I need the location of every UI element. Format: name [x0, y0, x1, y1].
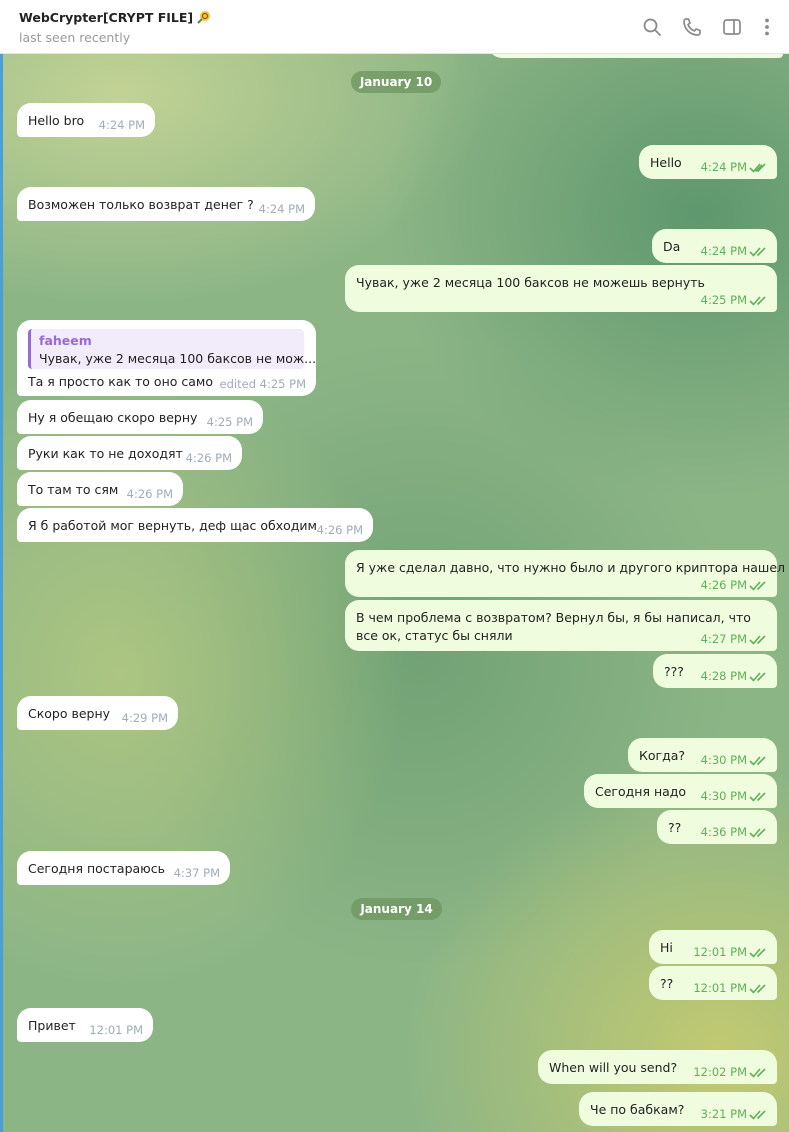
message-incoming[interactable]: Сегодня постараюсь 4:37 PM [17, 851, 230, 885]
message-text: Возможен только возврат денег ? [28, 197, 254, 212]
message-text: Hello [650, 155, 682, 170]
reply-quote[interactable]: faheem Чувак, уже 2 месяца 100 баксов не… [28, 329, 316, 369]
message-time: 4:27 PM [700, 632, 747, 646]
reply-text: Чувак, уже 2 месяца 100 баксов не мож... [39, 351, 317, 366]
double-check-icon [749, 984, 766, 994]
message-time: 4:24 PM [98, 118, 145, 132]
message-outgoing[interactable]: ??? 4:28 PM [653, 654, 777, 688]
message-text: Da [663, 239, 681, 254]
message-outgoing[interactable]: ?? 12:01 PM [649, 966, 777, 1000]
double-check-icon [749, 792, 766, 802]
message-time: 3:21 PM [700, 1107, 747, 1121]
message-time: 4:26 PM [185, 451, 232, 465]
more-vertical-icon[interactable] [756, 16, 778, 38]
message-text: Привет [28, 1018, 76, 1033]
message-incoming[interactable]: Скоро верну 4:29 PM [17, 696, 178, 730]
message-time: 4:26 PM [316, 523, 363, 537]
double-check-icon [749, 948, 766, 958]
message-text: Че по бабкам? [590, 1102, 685, 1117]
double-check-icon [749, 635, 766, 645]
message-incoming[interactable]: То там то сям 4:26 PM [17, 472, 183, 506]
message-incoming[interactable]: Hello bro 4:24 PM [17, 103, 155, 137]
message-time: 4:24 PM [700, 244, 747, 258]
message-time: 4:29 PM [121, 711, 168, 725]
double-check-icon [749, 1068, 766, 1078]
message-text: Я уже сделал давно, что нужно было и дру… [356, 560, 786, 575]
sidebar-toggle-icon[interactable] [721, 16, 743, 38]
message-text: When will you send? [549, 1060, 678, 1075]
double-check-icon [749, 247, 766, 257]
message-text: Сегодня надо [595, 784, 687, 799]
previous-outgoing-message [488, 54, 783, 58]
message-time: 4:30 PM [700, 789, 747, 803]
message-text: ?? [668, 820, 682, 835]
message-time: 4:25 PM [700, 293, 747, 307]
message-incoming[interactable]: Ну я обещаю скоро верну 4:25 PM [17, 400, 263, 434]
message-incoming[interactable]: Возможен только возврат денег ? 4:24 PM [17, 187, 315, 221]
message-time: 4:28 PM [700, 669, 747, 683]
message-outgoing[interactable]: В чем проблема с возвратом? Вернул бы, я… [345, 600, 777, 651]
message-incoming-reply[interactable]: faheem Чувак, уже 2 месяца 100 баксов не… [17, 320, 316, 396]
message-time: 4:37 PM [173, 866, 220, 880]
message-text: Когда? [639, 748, 686, 763]
double-check-icon [749, 163, 766, 173]
message-time: 12:01 PM [89, 1023, 143, 1037]
date-separator: January 10 [351, 71, 441, 93]
date-separator: January 14 [351, 898, 442, 920]
chat-background: January 10 Hello bro 4:24 PM Hello 4:24 PM… [0, 54, 789, 1132]
message-outgoing[interactable]: Чувак, уже 2 месяца 100 баксов не можешь… [345, 265, 777, 312]
message-time: 12:01 PM [693, 981, 747, 995]
message-text: Чувак, уже 2 месяца 100 баксов не можешь… [356, 275, 705, 290]
message-outgoing[interactable]: When will you send? 12:02 PM [538, 1050, 777, 1084]
message-time: 4:26 PM [126, 487, 173, 501]
message-outgoing[interactable]: Че по бабкам? 3:21 PM [579, 1092, 777, 1126]
chat-header: WebCrypter[CRYPT FILE] last seen recentl… [0, 0, 789, 54]
message-outgoing[interactable]: Сегодня надо 4:30 PM [584, 774, 777, 808]
double-check-icon [749, 581, 766, 591]
chat-status: last seen recently [19, 30, 131, 45]
message-outgoing[interactable]: Когда? 4:30 PM [628, 738, 777, 772]
message-text: Скоро верну [28, 706, 111, 721]
chat-title-text: WebCrypter[CRYPT FILE] [19, 10, 194, 25]
double-check-icon [749, 296, 766, 306]
message-time: edited 4:25 PM [219, 377, 306, 391]
double-check-icon [749, 672, 766, 682]
message-time: 12:02 PM [693, 1065, 747, 1079]
message-text: Та я просто как то оно само [28, 374, 213, 389]
message-outgoing[interactable]: ?? 4:36 PM [657, 810, 777, 844]
message-time: 4:25 PM [206, 415, 253, 429]
double-check-icon [749, 756, 766, 766]
message-text: Я б работой мог вернуть, деф щас обходим [28, 518, 317, 533]
message-time: 4:36 PM [700, 825, 747, 839]
message-text: Ну я обещаю скоро верну [28, 410, 198, 425]
message-incoming[interactable]: Я б работой мог вернуть, деф щас обходим… [17, 508, 373, 542]
double-check-icon [749, 828, 766, 838]
message-outgoing[interactable]: Я уже сделал давно, что нужно было и дру… [345, 550, 785, 597]
message-time: 4:26 PM [700, 578, 747, 592]
message-text: ?? [660, 976, 674, 991]
message-text: Руки как то не доходят [28, 446, 183, 461]
message-time: 4:24 PM [700, 160, 747, 174]
message-text: Hello bro [28, 113, 85, 128]
double-check-icon [749, 1110, 766, 1120]
message-outgoing[interactable]: Da 4:24 PM [652, 229, 777, 263]
message-time: 12:01 PM [693, 945, 747, 959]
message-outgoing[interactable]: Hi 12:01 PM [649, 930, 777, 964]
message-text: То там то сям [28, 482, 119, 497]
search-icon[interactable] [641, 16, 663, 38]
message-text: ??? [664, 664, 684, 679]
message-outgoing[interactable]: Hello 4:24 PM [639, 145, 777, 179]
left-border-strip [0, 54, 3, 1132]
reply-author: faheem [39, 333, 92, 348]
message-time: 4:30 PM [700, 753, 747, 767]
message-text: Hi [660, 940, 673, 955]
message-time: 4:24 PM [258, 202, 305, 216]
phone-icon[interactable] [681, 16, 703, 38]
chat-title[interactable]: WebCrypter[CRYPT FILE] [19, 9, 212, 25]
message-incoming[interactable]: Руки как то не доходят 4:26 PM [17, 436, 242, 470]
message-incoming[interactable]: Привет 12:01 PM [17, 1008, 153, 1042]
message-text: Сегодня постараюсь [28, 861, 165, 876]
emoji-icon [197, 11, 211, 24]
